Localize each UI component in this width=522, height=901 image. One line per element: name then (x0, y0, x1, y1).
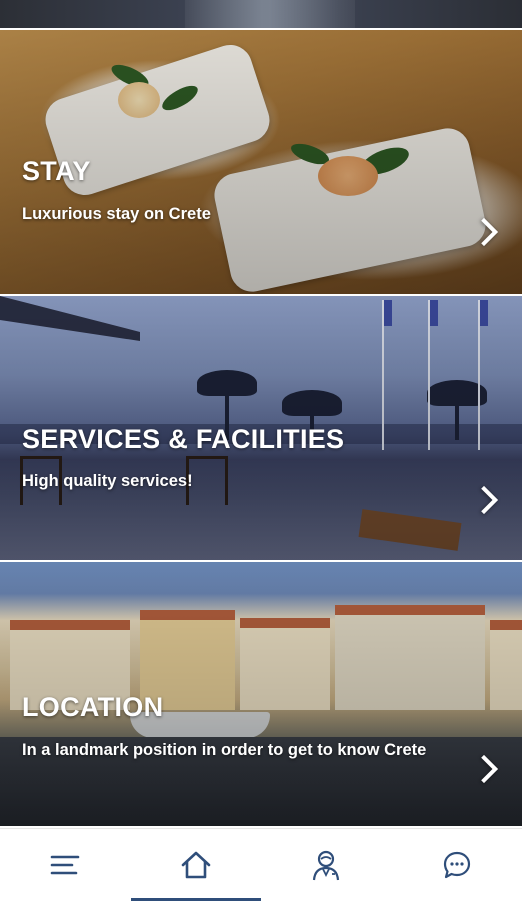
services-title: SERVICES & FACILITIES (22, 424, 344, 455)
menu-icon (50, 853, 80, 877)
chat-icon (442, 850, 472, 880)
previous-card-image-strip (0, 0, 522, 28)
home-icon (180, 850, 212, 880)
location-subtitle: In a landmark position in order to get t… (22, 738, 462, 763)
location-card[interactable]: LOCATION In a landmark position in order… (0, 562, 522, 826)
stay-subtitle: Luxurious stay on Crete (22, 202, 211, 227)
services-subtitle: High quality services! (22, 469, 193, 494)
nav-concierge-button[interactable] (261, 829, 392, 901)
location-title: LOCATION (22, 692, 163, 723)
concierge-icon (311, 849, 341, 881)
services-facilities-card[interactable]: SERVICES & FACILITIES High quality servi… (0, 296, 522, 560)
nav-chat-button[interactable] (392, 829, 522, 901)
bottom-navigation-bar (0, 828, 522, 901)
nav-menu-button[interactable] (0, 829, 131, 901)
stay-title: STAY (22, 156, 91, 187)
stay-card[interactable]: STAY Luxurious stay on Crete (0, 30, 522, 294)
nav-home-button[interactable] (131, 829, 262, 901)
